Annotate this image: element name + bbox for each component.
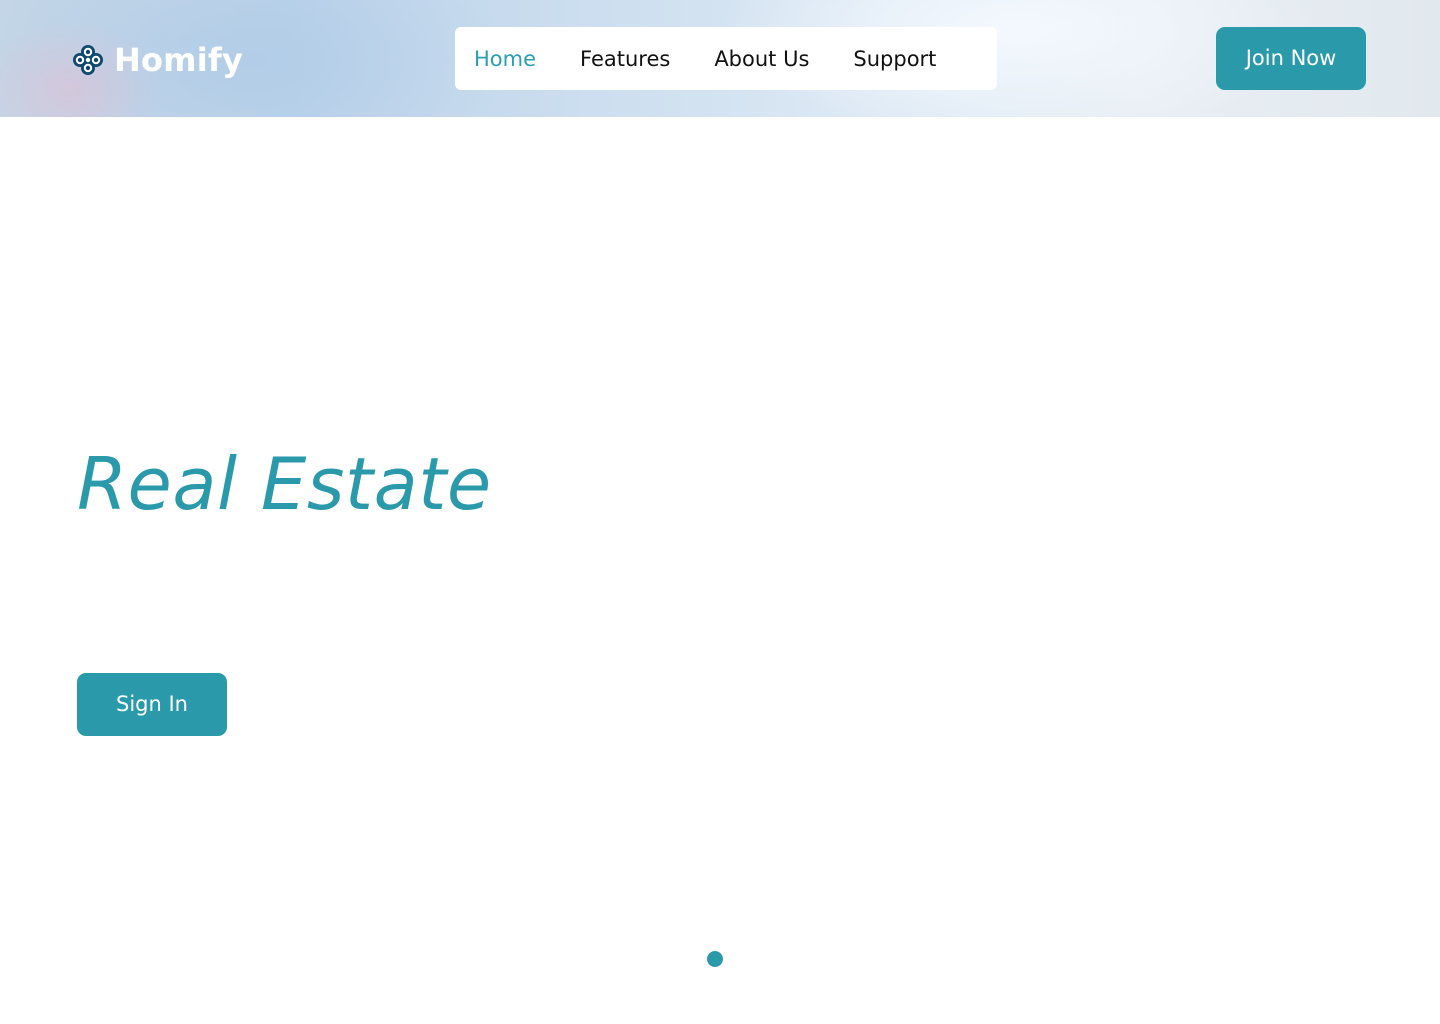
header: Homify Home Features About Us Support Jo… xyxy=(0,0,1440,117)
hero-title: Real Estate xyxy=(77,442,492,526)
nav-item-about-us[interactable]: About Us xyxy=(714,44,809,74)
brand-logo[interactable]: Homify xyxy=(72,40,243,80)
brand-name: Homify xyxy=(114,41,244,79)
join-now-button[interactable]: Join Now xyxy=(1216,27,1366,90)
main-nav: Home Features About Us Support xyxy=(455,27,997,90)
sign-in-button[interactable]: Sign In xyxy=(77,673,227,736)
carousel-dots xyxy=(707,951,723,967)
nav-item-support[interactable]: Support xyxy=(853,44,936,74)
nav-item-features[interactable]: Features xyxy=(580,44,670,74)
carousel-dot-active[interactable] xyxy=(707,951,723,967)
page: Homify Home Features About Us Support Jo… xyxy=(0,0,1440,1024)
quatrefoil-logo-icon xyxy=(73,45,103,75)
nav-item-home[interactable]: Home xyxy=(474,44,536,74)
